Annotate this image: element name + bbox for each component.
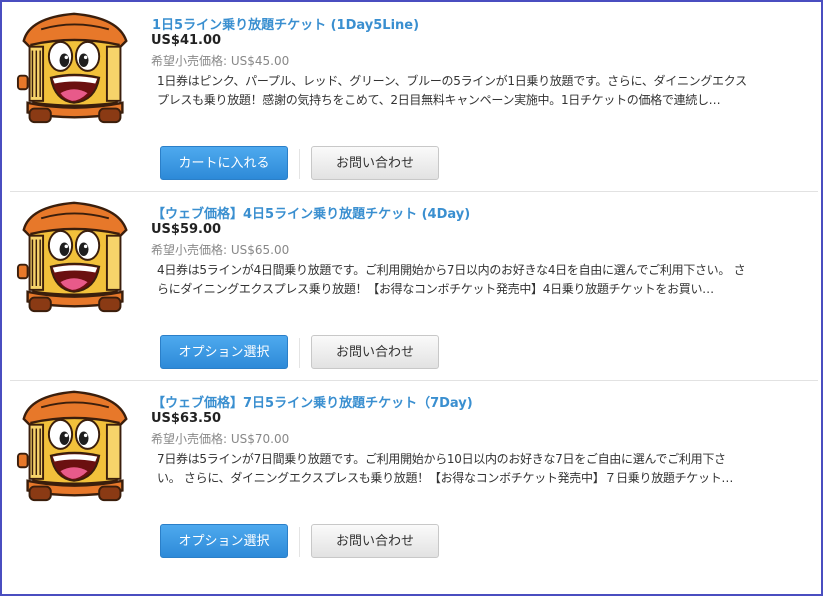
- product-card: 【ウェブ価格】4日5ライン乗り放題チケット (4Day) US$59.00 希望…: [10, 191, 818, 381]
- product-title-link[interactable]: 【ウェブ価格】7日5ライン乗り放題チケット（7Day): [152, 392, 473, 411]
- product-card: 【ウェブ価格】7日5ライン乗り放題チケット（7Day) US$63.50 希望小…: [10, 380, 818, 569]
- product-description: 1日券はピンク、パープル、レッド、グリーン、ブルーの5ラインが1日乗り放題です。…: [157, 74, 747, 107]
- button-divider: [299, 338, 300, 368]
- product-description: 7日券は5ラインが7日間乗り放題です。ご利用開始から10日以内のお好きな7日をご…: [157, 452, 734, 485]
- product-msrp: 希望小売価格: US$70.00: [151, 432, 290, 446]
- product-msrp: 希望小売価格: US$65.00: [151, 243, 290, 257]
- product-title-link[interactable]: 1日5ライン乗り放題チケット (1Day5Line): [152, 14, 419, 33]
- product-price: US$63.50: [151, 411, 222, 426]
- add-to-cart-button[interactable]: カートに入れる: [160, 146, 288, 180]
- product-title-link[interactable]: 【ウェブ価格】4日5ライン乗り放題チケット (4Day): [152, 203, 470, 222]
- product-card: 1日5ライン乗り放題チケット (1Day5Line) US$41.00 希望小売…: [10, 2, 818, 192]
- button-divider: [299, 527, 300, 557]
- inquiry-button[interactable]: お問い合わせ: [311, 146, 439, 180]
- product-price: US$41.00: [151, 33, 222, 48]
- select-options-button[interactable]: オプション選択: [160, 524, 288, 558]
- product-description: 4日券は5ラインが4日間乗り放題です。ご利用開始から7日以内のお好きな4日を自由…: [157, 263, 746, 296]
- select-options-button[interactable]: オプション選択: [160, 335, 288, 369]
- product-price: US$59.00: [151, 222, 222, 237]
- inquiry-button[interactable]: お問い合わせ: [311, 335, 439, 369]
- trolley-mascot-image[interactable]: [14, 197, 136, 315]
- product-msrp: 希望小売価格: US$45.00: [151, 54, 290, 68]
- inquiry-button[interactable]: お問い合わせ: [311, 524, 439, 558]
- trolley-mascot-image[interactable]: [14, 386, 136, 504]
- button-divider: [299, 149, 300, 179]
- trolley-mascot-image[interactable]: [14, 8, 136, 126]
